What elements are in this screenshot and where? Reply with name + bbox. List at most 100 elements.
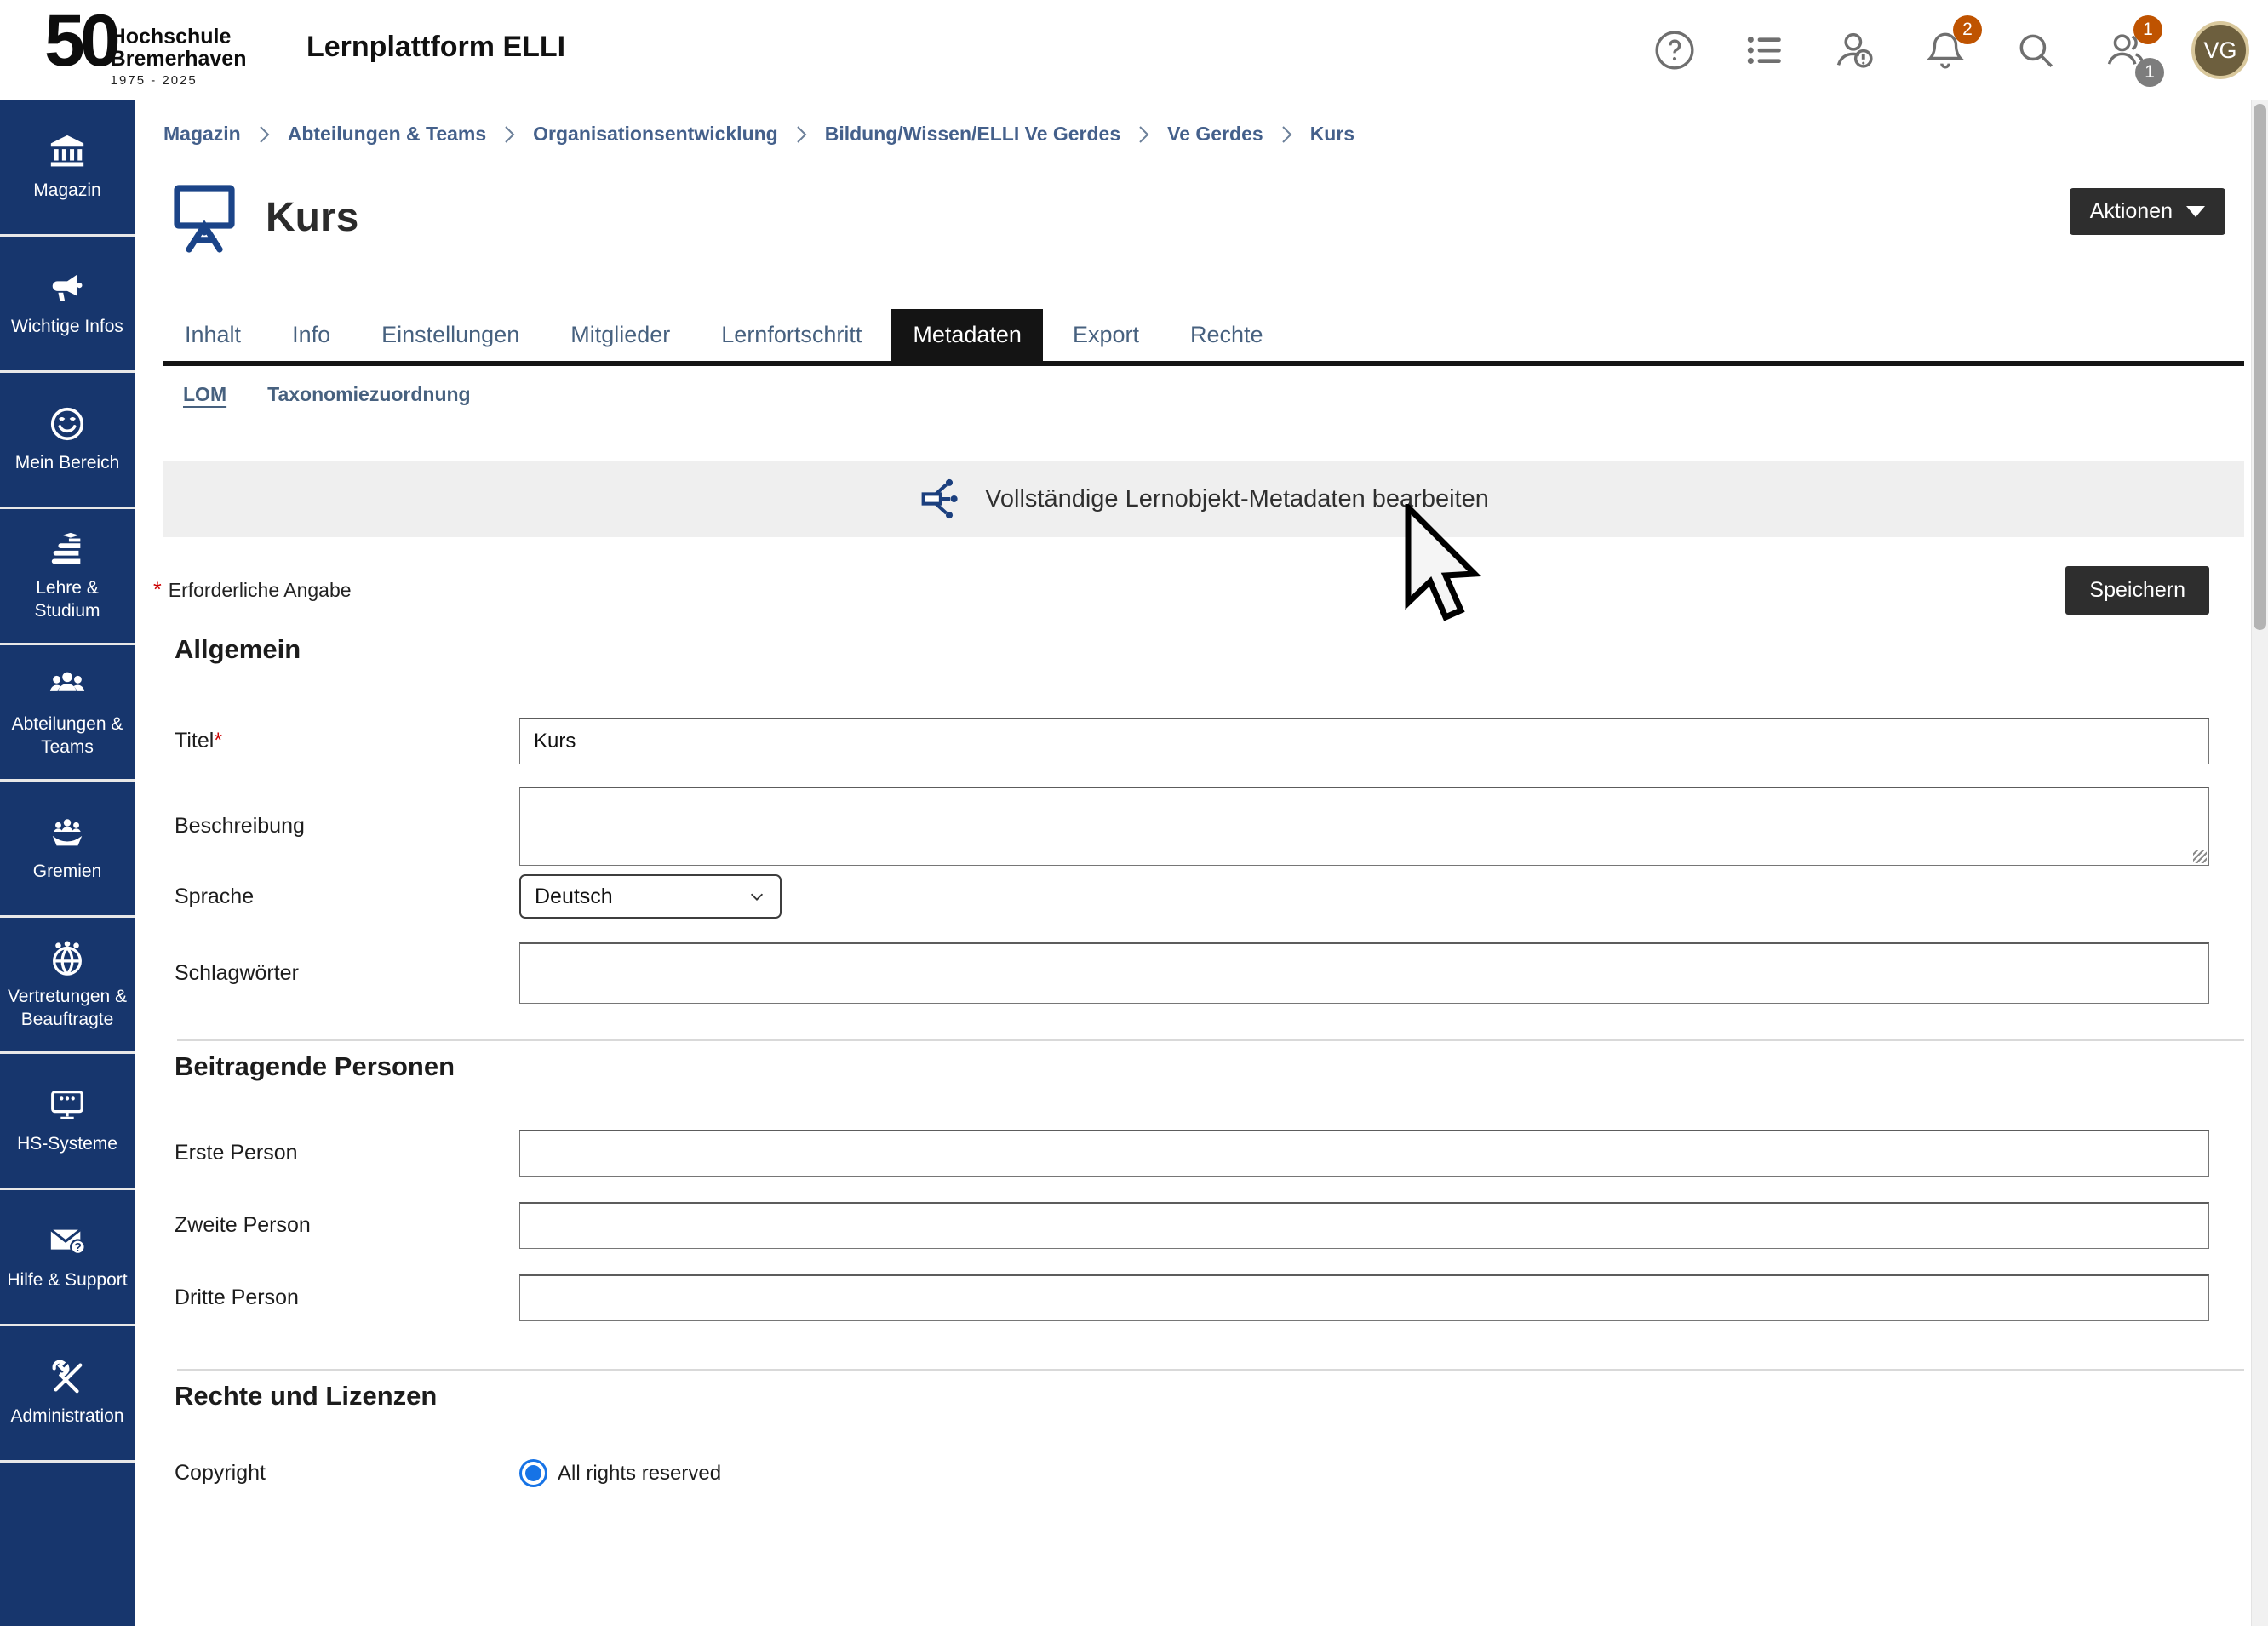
caret-down-icon [2186,206,2205,217]
bank-icon [48,132,87,171]
form-row-titel: Titel* [175,718,2209,764]
sprache-select[interactable]: Deutsch [519,874,782,919]
field-label-sprache: Sprache [175,885,519,909]
sidebar-item-mein-bereich[interactable]: Mein Bereich [0,373,135,509]
page-title: Kurs [266,194,358,241]
sidebar-item-wichtige-infos[interactable]: Wichtige Infos [0,237,135,373]
tab-export[interactable]: Export [1051,309,1160,361]
form-row-sprache: Sprache Deutsch [175,874,2209,919]
logo-years: 1975 - 2025 [111,73,247,88]
section-divider [177,1039,2244,1041]
megaphone-icon [48,268,87,307]
svg-text:?: ? [74,1241,82,1255]
resize-grip-icon[interactable] [2193,850,2207,863]
sidebar-label: Magazin [33,180,100,202]
schlagwoerter-input[interactable] [519,942,2209,1004]
help-icon[interactable] [1650,26,1699,75]
tab-metadaten[interactable]: Metadaten [891,309,1043,361]
breadcrumb-ve-gerdes[interactable]: Ve Gerdes [1167,123,1263,146]
sidebar-label: Abteilungen & Teams [3,713,131,759]
tab-rechte[interactable]: Rechte [1169,309,1285,361]
edit-full-metadata-banner[interactable]: Vollständige Lernobjekt-Metadaten bearbe… [163,461,2244,537]
logo-50: 50 [44,7,116,88]
sidebar-item-gremien[interactable]: Gremien [0,782,135,918]
save-button[interactable]: Speichern [2065,566,2209,615]
tab-info[interactable]: Info [271,309,352,361]
user-status-icon[interactable] [1830,26,1880,75]
sidebar-item-administration[interactable]: Administration [0,1326,135,1463]
field-label-dritte-person: Dritte Person [175,1285,519,1310]
banner-label: Vollständige Lernobjekt-Metadaten bearbe… [985,485,1489,513]
field-label-beschreibung: Beschreibung [175,814,519,839]
required-hint: *Erforderliche Angabe [153,578,352,603]
erste-person-input[interactable] [519,1130,2209,1177]
contacts-icon[interactable]: 1 1 [2101,26,2151,75]
page-title-row: Kurs Aktionen [163,175,2251,260]
logo-name-line2: Bremerhaven [111,47,247,71]
app-header: 50 Hochschule Bremerhaven 1975 - 2025 Le… [0,0,2268,100]
chevron-right-icon [795,123,808,146]
tab-inhalt[interactable]: Inhalt [163,309,262,361]
section-divider [177,1369,2244,1371]
sidebar-item-hilfe-support[interactable]: ? Hilfe & Support [0,1190,135,1326]
chevron-down-icon [747,887,766,906]
field-label-zweite-person: Zweite Person [175,1213,519,1238]
actions-button[interactable]: Aktionen [2070,188,2225,235]
field-label-titel: Titel* [175,729,519,753]
contacts-badge-bottom: 1 [2135,58,2164,87]
copyright-radio-label: All rights reserved [558,1462,721,1486]
sidebar-label: Mein Bereich [15,452,120,474]
group-icon [48,666,87,705]
books-icon [48,530,87,569]
form-row-erste-person: Erste Person [175,1130,2209,1177]
sidebar-item-magazin[interactable]: Magazin [0,100,135,237]
share-hub-icon [919,476,965,522]
app-title: Lernplattform ELLI [306,31,565,64]
course-icon [163,176,245,258]
breadcrumb-bildung-wissen[interactable]: Bildung/Wissen/ELLI Ve Gerdes [825,123,1120,146]
vertical-scrollbar[interactable] [2251,100,2268,1626]
sidebar-label: HS-Systeme [17,1133,117,1155]
tab-einstellungen[interactable]: Einstellungen [360,309,541,361]
sidebar-label: Wichtige Infos [11,316,123,338]
avatar[interactable]: VG [2191,21,2249,79]
field-label-erste-person: Erste Person [175,1141,519,1165]
form-row-dritte-person: Dritte Person [175,1274,2209,1321]
tabs-bar: Inhalt Info Einstellungen Mitglieder Ler… [163,309,2244,366]
tab-lernfortschritt[interactable]: Lernfortschritt [700,309,883,361]
scrollbar-thumb[interactable] [2254,104,2266,630]
subtab-lom[interactable]: LOM [183,383,226,409]
dritte-person-input[interactable] [519,1274,2209,1321]
breadcrumb-abteilungen-teams[interactable]: Abteilungen & Teams [288,123,486,146]
sidebar-item-vertretungen[interactable]: Vertretungen & Beauftragte [0,918,135,1054]
main-sidebar: Magazin Wichtige Infos Mein Bereich Lehr… [0,100,135,1626]
logo-name-line1: Hochschule [111,25,232,49]
bell-icon[interactable]: 2 [1921,26,1970,75]
list-icon[interactable] [1740,26,1790,75]
zweite-person-input[interactable] [519,1202,2209,1249]
smiley-icon [48,404,87,444]
field-label-schlagwoerter: Schlagwörter [175,961,519,986]
form-row-zweite-person: Zweite Person [175,1202,2209,1249]
required-asterisk: * [214,729,222,753]
breadcrumb-kurs[interactable]: Kurs [1310,123,1354,146]
main-content: Magazin Abteilungen & Teams Organisation… [135,100,2251,1626]
sidebar-label: Administration [10,1406,123,1428]
search-icon[interactable] [2011,26,2060,75]
subtabs: LOM Taxonomiezuordnung [183,383,2251,409]
subtab-taxonomiezuordnung[interactable]: Taxonomiezuordnung [267,383,471,409]
sidebar-item-lehre-studium[interactable]: Lehre & Studium [0,509,135,645]
sidebar-item-abteilungen-teams[interactable]: Abteilungen & Teams [0,645,135,782]
breadcrumb-magazin[interactable]: Magazin [163,123,241,146]
titel-input[interactable] [519,718,2209,764]
form-row-schlagwoerter: Schlagwörter [175,942,2209,1004]
sidebar-label: Lehre & Studium [3,577,131,622]
chevron-right-icon [258,123,271,146]
beschreibung-textarea[interactable] [519,787,2209,866]
section-heading-allgemein: Allgemein [175,634,2251,665]
breadcrumb-organisationsentwicklung[interactable]: Organisationsentwicklung [533,123,778,146]
tab-mitglieder[interactable]: Mitglieder [549,309,691,361]
sidebar-item-hs-systeme[interactable]: HS-Systeme [0,1054,135,1190]
chevron-right-icon [503,123,516,146]
copyright-radio[interactable] [522,1462,545,1485]
